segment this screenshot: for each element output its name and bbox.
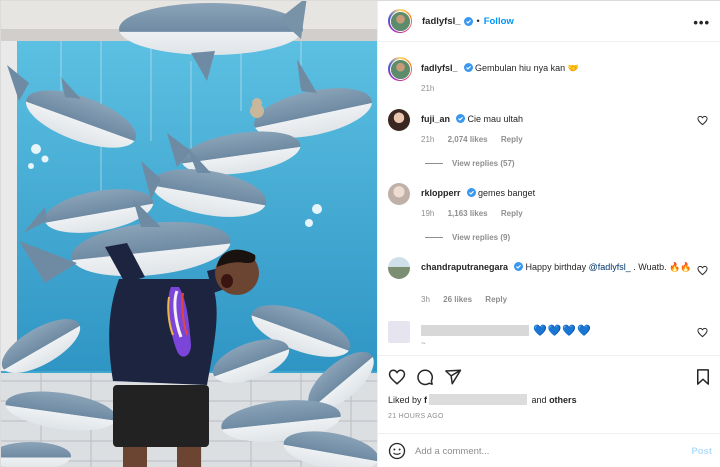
comment-time: 3h xyxy=(421,295,430,304)
more-icon[interactable]: ••• xyxy=(693,15,710,30)
follow-button[interactable]: Follow xyxy=(484,16,514,27)
heart-icon[interactable] xyxy=(697,115,708,126)
share-icon[interactable] xyxy=(444,368,462,386)
emoji-icon[interactable] xyxy=(388,442,406,460)
commenter-username[interactable]: fuji_an xyxy=(421,114,450,124)
comment-text: gemes banget xyxy=(478,188,536,198)
post-comment-button[interactable]: Post xyxy=(691,446,712,457)
comment-meta: 19h 1,163 likes Reply xyxy=(421,209,534,218)
comment-text-line: fuji_an Cie mau ultah xyxy=(421,113,699,125)
post-timestamp: 21 HOURS AGO xyxy=(388,413,444,420)
comment-text-before: Happy birthday xyxy=(525,262,589,272)
commenter-username[interactable]: chandraputranegara xyxy=(421,262,508,272)
caption-text-line: fadlyfsl_ Gembulan hiu nya kan 🤝 xyxy=(421,62,699,74)
caption-text: Gembulan hiu nya kan 🤝 xyxy=(475,63,579,73)
comment-icon[interactable] xyxy=(416,368,434,386)
comment-text-line: rklopperr gemes banget xyxy=(421,187,699,199)
reply-button[interactable]: Reply xyxy=(485,295,507,304)
comment-time: 21h xyxy=(421,135,435,144)
comment-likes[interactable]: 26 likes xyxy=(443,295,472,304)
view-replies-line xyxy=(425,237,443,238)
commenter-avatar[interactable] xyxy=(388,257,410,279)
view-replies-label[interactable]: View replies (9) xyxy=(452,233,510,242)
mention-link[interactable]: @fadlyfsl_ xyxy=(589,262,631,272)
add-comment-bar: Post xyxy=(378,433,720,467)
caption-username[interactable]: fadlyfsl_ xyxy=(421,63,458,73)
heart-icon[interactable] xyxy=(697,265,708,276)
commenter-username[interactable]: rklopperr xyxy=(421,188,461,198)
comment-text-after: . Wuatb. 🔥🔥 xyxy=(630,262,692,272)
verified-icon xyxy=(514,262,524,271)
caption-meta: 21h xyxy=(421,84,445,93)
heart-icon[interactable] xyxy=(388,368,406,386)
comment-text: Cie mau ultah xyxy=(467,114,524,124)
comment-meta: 21h 2,074 likes Reply xyxy=(421,135,534,144)
post-side-panel: fadlyfsl_ • Follow ••• fadlyfsl_ Gembula… xyxy=(377,1,720,467)
commenter-avatar[interactable] xyxy=(388,183,410,205)
post-header: fadlyfsl_ • Follow ••• xyxy=(378,1,720,42)
liked-by-and: and xyxy=(529,395,550,405)
liked-by-others[interactable]: others xyxy=(549,395,577,405)
redacted-username xyxy=(421,325,529,336)
view-replies-line xyxy=(425,163,443,164)
comment-text: 💙💙💙💙 xyxy=(533,325,592,337)
comment-second-line: ~ xyxy=(421,339,426,348)
liked-by-line[interactable]: Liked by f and others xyxy=(388,394,577,405)
author-avatar-ring[interactable] xyxy=(388,9,412,33)
comment-meta: 3h 26 likes Reply xyxy=(421,295,518,304)
post-photo[interactable] xyxy=(1,1,377,467)
bookmark-icon[interactable] xyxy=(694,368,712,386)
liked-by-first-char[interactable]: f xyxy=(424,395,427,405)
comments-list[interactable]: fadlyfsl_ Gembulan hiu nya kan 🤝 21h fuj… xyxy=(378,43,720,353)
comment-meta: ~ xyxy=(421,339,437,348)
commenter-avatar[interactable] xyxy=(388,321,410,343)
header-separator: • xyxy=(476,16,480,26)
verified-icon xyxy=(456,114,466,123)
author-avatar[interactable] xyxy=(390,11,410,31)
caption-avatar-ring[interactable] xyxy=(388,57,412,81)
comment-text-line: 💙💙💙💙 xyxy=(421,325,699,337)
caption-avatar[interactable] xyxy=(390,59,410,79)
instagram-post-window: fadlyfsl_ • Follow ••• fadlyfsl_ Gembula… xyxy=(0,0,720,467)
liked-by-prefix: Liked by xyxy=(388,395,425,405)
view-replies-button[interactable]: View replies (57) xyxy=(425,159,515,168)
shark-store-photo xyxy=(1,1,377,467)
verified-icon xyxy=(463,63,473,72)
comment-time: 19h xyxy=(421,209,435,218)
action-bar xyxy=(378,355,720,395)
comment-text-line: chandraputranegara Happy birthday @fadly… xyxy=(421,261,699,273)
heart-icon[interactable] xyxy=(697,327,708,338)
reply-button[interactable]: Reply xyxy=(501,135,523,144)
reply-button[interactable]: Reply xyxy=(501,209,523,218)
author-username[interactable]: fadlyfsl_ xyxy=(422,16,461,27)
caption-time: 21h xyxy=(421,84,435,93)
comment-likes[interactable]: 1,163 likes xyxy=(448,209,488,218)
redacted-liker xyxy=(429,394,528,405)
verified-icon xyxy=(466,188,476,197)
view-replies-label[interactable]: View replies (57) xyxy=(452,159,515,168)
commenter-avatar[interactable] xyxy=(388,109,410,131)
verified-icon xyxy=(463,16,473,26)
view-replies-button[interactable]: View replies (9) xyxy=(425,233,510,242)
comment-likes[interactable]: 2,074 likes xyxy=(448,135,488,144)
comment-input[interactable] xyxy=(415,442,675,460)
